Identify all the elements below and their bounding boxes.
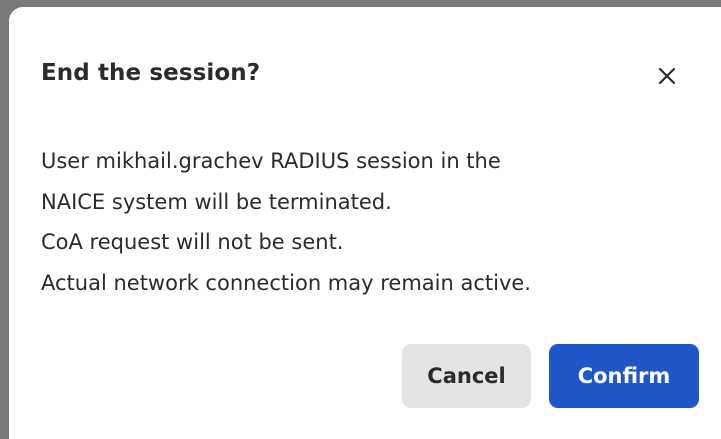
dialog-title: End the session?: [41, 60, 261, 86]
dialog-message: User mikhail.grachev RADIUS session in t…: [41, 141, 701, 303]
confirm-button[interactable]: Confirm: [549, 344, 699, 408]
message-line: CoA request will not be sent.: [41, 230, 344, 254]
message-line: Actual network connection may remain act…: [41, 270, 531, 295]
message-line: User mikhail.grachev RADIUS session in t…: [41, 149, 501, 173]
message-line: NAICE system will be terminated.: [41, 189, 392, 214]
close-icon: [658, 67, 676, 85]
end-session-dialog: End the session? User mikhail.grachev RA…: [9, 7, 721, 439]
cancel-button[interactable]: Cancel: [402, 344, 531, 408]
close-button[interactable]: [649, 58, 685, 94]
